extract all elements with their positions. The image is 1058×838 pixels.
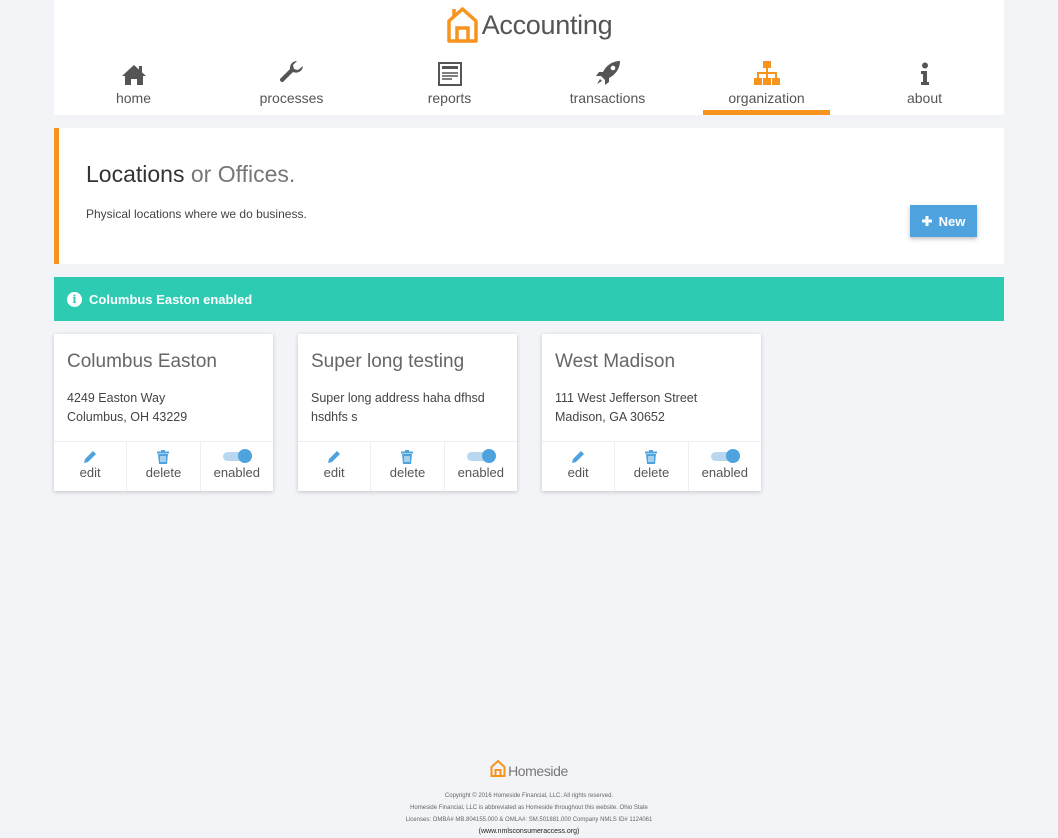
wrench-icon xyxy=(228,60,355,86)
edit-label: edit xyxy=(567,465,589,480)
nav-label: transactions xyxy=(569,90,646,106)
nav-label: home xyxy=(115,90,152,106)
nav-label: reports xyxy=(427,90,472,106)
info-circle-icon: i xyxy=(67,291,82,307)
home-icon xyxy=(70,60,197,86)
page-description: Physical locations where we do business. xyxy=(86,207,307,221)
nav-item-organization[interactable]: organization xyxy=(703,60,830,115)
edit-label: edit xyxy=(79,465,101,480)
location-card: Columbus Easton 4249 Easton Way Columbus… xyxy=(54,334,273,491)
new-location-button[interactable]: New xyxy=(910,205,977,237)
nav-label: processes xyxy=(259,90,324,106)
enabled-label: enabled xyxy=(457,465,504,480)
nav-item-transactions[interactable]: transactions xyxy=(544,60,671,115)
main-nav: home processes reports transactions orga… xyxy=(54,60,1004,115)
house-logo-icon xyxy=(490,759,506,782)
enabled-toggle[interactable]: enabled xyxy=(445,442,517,491)
nav-item-processes[interactable]: processes xyxy=(228,60,355,115)
delete-label: delete xyxy=(145,465,182,480)
active-tab-indicator xyxy=(703,110,830,115)
nav-item-reports[interactable]: reports xyxy=(386,60,513,115)
delete-label: delete xyxy=(633,465,670,480)
sitemap-icon xyxy=(703,60,830,86)
toggle-switch-icon xyxy=(710,449,740,463)
page-title-main: Locations xyxy=(86,161,185,187)
toggle-switch-icon xyxy=(466,449,496,463)
footer-abbrev: Homeside Financial, LLC is abbreviated a… xyxy=(410,805,648,811)
page-title: Locations or Offices. xyxy=(86,161,295,188)
app-title: Accounting xyxy=(481,9,613,40)
trash-icon xyxy=(127,442,199,464)
location-name: Super long testing xyxy=(311,351,465,372)
location-card: Super long testing Super long address ha… xyxy=(298,334,517,491)
pencil-icon xyxy=(298,442,370,464)
plus-icon xyxy=(921,214,932,229)
footer-logo: Homeside xyxy=(490,759,568,782)
address-line-1: 4249 Easton Way xyxy=(67,391,166,405)
alert-message: Columbus Easton enabled xyxy=(89,291,253,307)
pencil-icon xyxy=(54,442,126,464)
page-footer: Homeside Copyright © 2016 Homeside Finan… xyxy=(0,759,1058,837)
trash-icon xyxy=(371,442,443,464)
card-actions: edit delete enabled xyxy=(54,441,273,491)
location-address: 111 West Jefferson Street Madison, GA 30… xyxy=(555,389,755,427)
newspaper-icon xyxy=(386,60,513,86)
card-actions: edit delete enabled xyxy=(298,441,517,491)
edit-button[interactable]: edit xyxy=(298,442,372,491)
address-line-1: Super long address haha dfhsd xyxy=(311,391,485,405)
delete-button[interactable]: delete xyxy=(615,442,689,491)
footer-brand: Homeside xyxy=(508,763,568,779)
address-line-2: Columbus, OH 43229 xyxy=(67,410,188,424)
new-button-label: New xyxy=(938,213,966,229)
address-line-2: Madison, GA 30652 xyxy=(555,410,665,424)
address-line-1: 111 West Jefferson Street xyxy=(555,391,698,405)
footer-licenses: Licenses: OMBA# MB.804155.000 & OMLA#: S… xyxy=(405,817,653,823)
edit-label: edit xyxy=(323,465,345,480)
nav-label: about xyxy=(906,90,943,106)
enabled-label: enabled xyxy=(701,465,748,480)
rocket-icon xyxy=(544,60,671,86)
location-card: West Madison 111 West Jefferson Street M… xyxy=(542,334,761,491)
nav-label: organization xyxy=(728,90,805,106)
nav-item-home[interactable]: home xyxy=(70,60,197,115)
card-actions: edit delete enabled xyxy=(542,441,761,491)
house-logo-icon xyxy=(446,7,479,43)
brand[interactable]: Accounting xyxy=(54,7,1004,47)
delete-label: delete xyxy=(389,465,426,480)
enabled-toggle[interactable]: enabled xyxy=(201,442,273,491)
nmls-link[interactable]: (www.nmlsconsumeraccess.org) xyxy=(0,826,1058,837)
enabled-toggle[interactable]: enabled xyxy=(689,442,761,491)
footer-copyright: Copyright © 2016 Homeside Financial, LLC… xyxy=(444,793,614,799)
info-icon xyxy=(861,60,988,86)
location-address: 4249 Easton Way Columbus, OH 43229 xyxy=(67,389,267,427)
pencil-icon xyxy=(542,442,614,464)
delete-button[interactable]: delete xyxy=(127,442,201,491)
enabled-label: enabled xyxy=(213,465,260,480)
nav-item-about[interactable]: about xyxy=(861,60,988,115)
trash-icon xyxy=(615,442,687,464)
toggle-switch-icon xyxy=(222,449,252,463)
status-alert: i Columbus Easton enabled xyxy=(54,277,1004,321)
delete-button[interactable]: delete xyxy=(371,442,445,491)
location-name: Columbus Easton xyxy=(67,351,217,372)
app-header: Accounting home processes reports transa… xyxy=(54,0,1004,115)
edit-button[interactable]: edit xyxy=(542,442,616,491)
page-title-subtitle: or Offices. xyxy=(184,161,296,187)
page-header-panel: Locations or Offices. Physical locations… xyxy=(54,128,1004,264)
location-name: West Madison xyxy=(555,351,676,372)
address-line-2: hsdhfs s xyxy=(311,410,358,424)
edit-button[interactable]: edit xyxy=(54,442,128,491)
location-address: Super long address haha dfhsd hsdhfs s xyxy=(311,389,511,427)
